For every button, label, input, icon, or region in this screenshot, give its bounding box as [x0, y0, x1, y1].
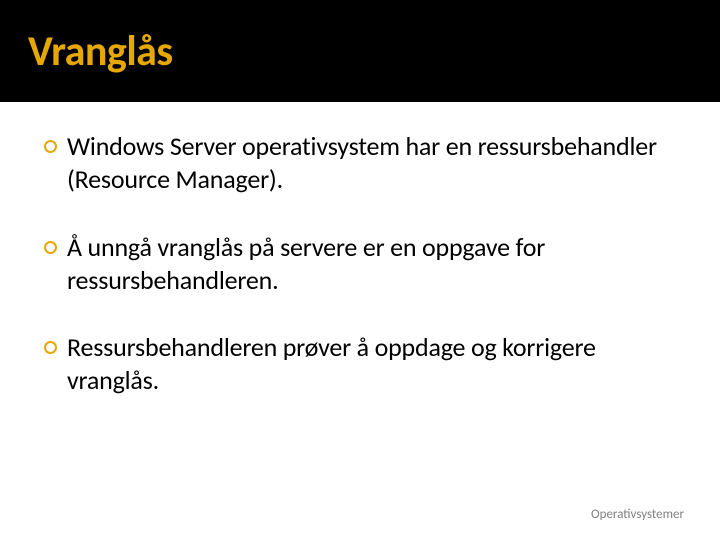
ring-icon — [44, 241, 57, 254]
ring-icon — [44, 341, 57, 354]
slide-content: Windows Server operativsystem har en res… — [0, 102, 720, 398]
bullet-item: Windows Server operativsystem har en res… — [44, 130, 676, 197]
bullet-text: Ressursbehandleren prøver å oppdage og k… — [67, 331, 676, 398]
slide-title: Vranglås — [28, 26, 173, 77]
title-bar: Vranglås — [0, 0, 720, 102]
bullet-item: Å unngå vranglås på servere er en oppgav… — [44, 231, 676, 298]
ring-icon — [44, 140, 57, 153]
footer-label: Operativsystemer — [591, 507, 684, 522]
bullet-item: Ressursbehandleren prøver å oppdage og k… — [44, 331, 676, 398]
bullet-text: Windows Server operativsystem har en res… — [67, 130, 676, 197]
bullet-text: Å unngå vranglås på servere er en oppgav… — [67, 231, 676, 298]
